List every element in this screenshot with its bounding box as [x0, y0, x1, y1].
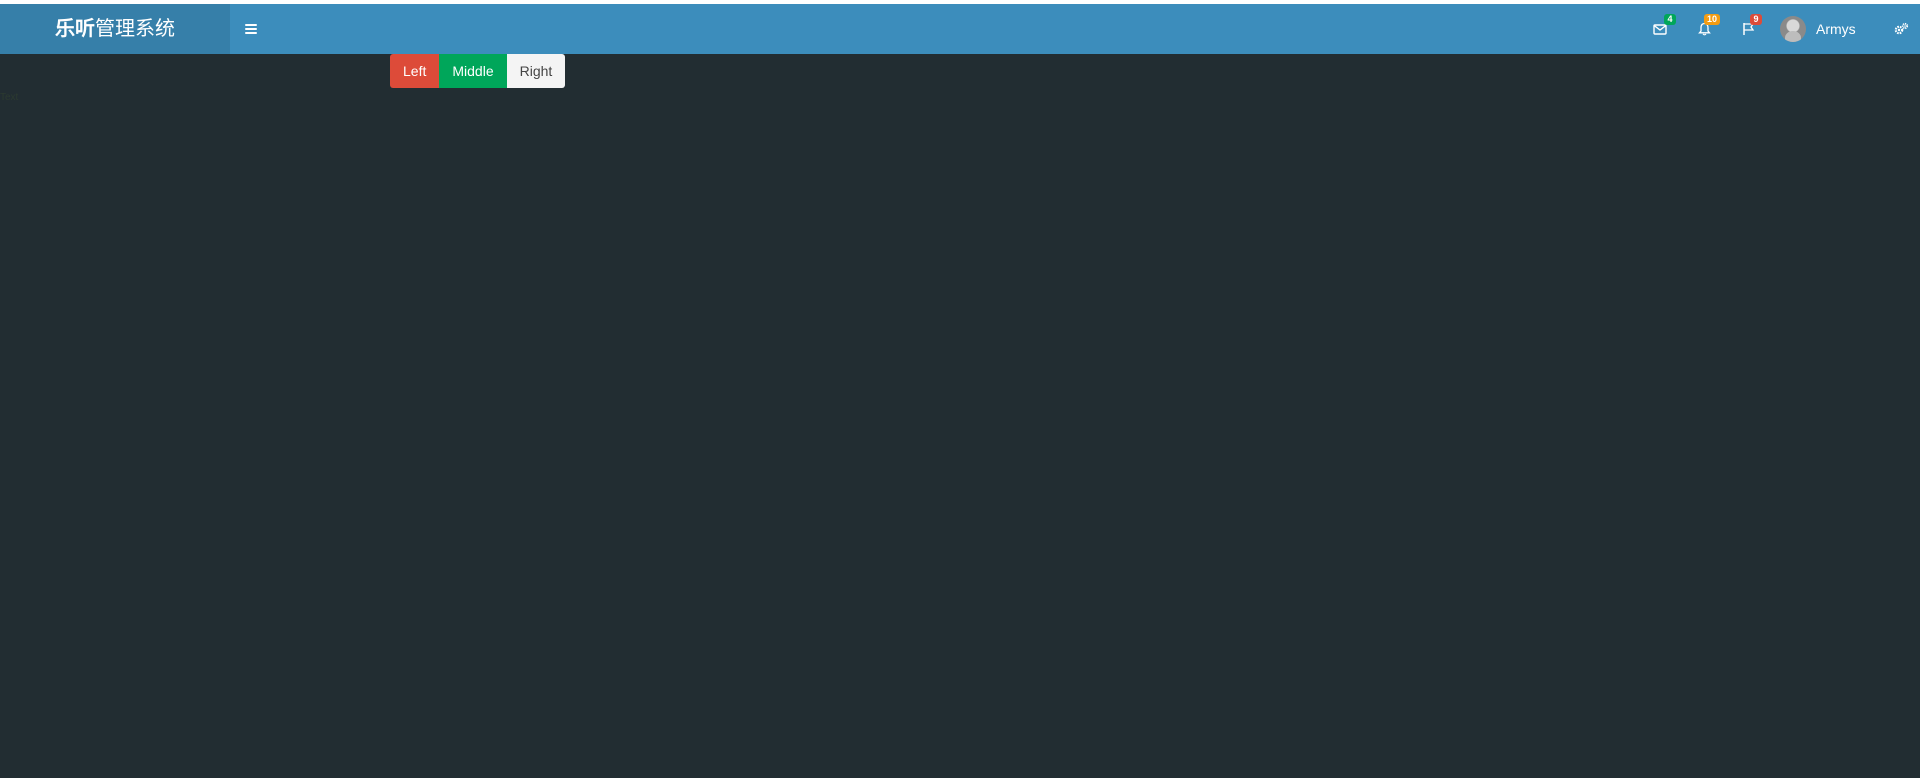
envelope-icon	[1653, 23, 1667, 35]
sidebar-toggle-button[interactable]	[230, 4, 272, 54]
user-menu[interactable]: Armys	[1780, 4, 1856, 54]
hamburger-icon	[245, 24, 257, 34]
app-window: 乐听管理系统 4 10 9 Armys Left Middle Right Te…	[0, 0, 1920, 778]
avatar	[1780, 16, 1806, 42]
main-header: 乐听管理系统 4 10 9 Armys	[0, 4, 1920, 54]
notifications-badge: 10	[1704, 14, 1721, 25]
logo[interactable]: 乐听管理系统	[0, 4, 230, 54]
left-button[interactable]: Left	[390, 54, 440, 88]
logo-light: 管理系统	[95, 18, 175, 40]
tasks-menu[interactable]: 9	[1728, 4, 1768, 54]
middle-button[interactable]: Middle	[439, 54, 507, 88]
button-group: Left Middle Right	[390, 54, 566, 88]
right-button[interactable]: Right	[506, 54, 566, 88]
faint-text: Text	[0, 92, 19, 103]
username: Armys	[1816, 21, 1856, 37]
messages-menu[interactable]: 4	[1640, 4, 1680, 54]
tasks-badge: 9	[1750, 14, 1762, 25]
gears-icon	[1894, 22, 1909, 35]
notifications-menu[interactable]: 10	[1684, 4, 1724, 54]
control-sidebar-toggle[interactable]	[1882, 4, 1920, 54]
messages-badge: 4	[1664, 14, 1676, 25]
logo-bold: 乐听	[55, 18, 95, 40]
